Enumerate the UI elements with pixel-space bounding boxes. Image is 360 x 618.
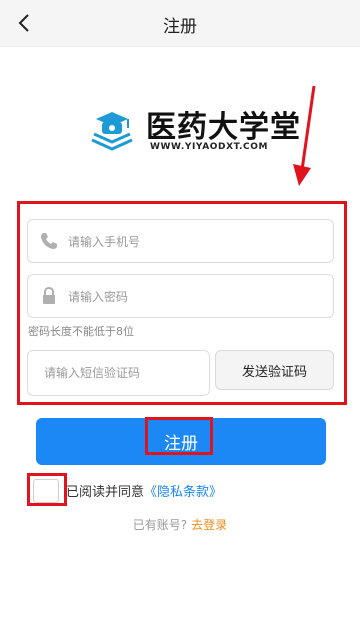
password-input[interactable] [66,275,325,319]
phone-icon [41,233,57,249]
password-field[interactable] [27,274,334,319]
privacy-terms-link[interactable]: 《隐私条款》 [144,485,222,500]
send-code-button[interactable]: 发送验证码 [215,350,334,390]
page-title: 注册 [163,17,197,37]
agreement-text: 已阅读并同意《隐私条款》 [66,481,222,500]
annotation-box-register [145,417,213,455]
sms-code-field[interactable] [27,350,210,396]
login-row: 已有账号? 去登录 [0,516,360,533]
top-bar: 注册 [0,0,360,47]
phone-input[interactable] [66,220,325,264]
login-prompt: 已有账号? [132,518,188,532]
login-link[interactable]: 去登录 [191,518,227,532]
annotation-box-checkbox [27,473,67,506]
password-hint: 密码长度不能低于8位 [28,325,134,338]
brand-logo: 医药大学堂 WWW.YIYAODXT.COM [88,102,300,158]
sms-code-input[interactable] [42,351,201,395]
brand-name: 医药大学堂 [146,110,301,145]
phone-field[interactable] [27,219,334,264]
brand-url: WWW.YIYAODXT.COM [150,142,269,152]
arrow-down-icon [293,85,316,186]
lock-icon [43,287,55,304]
agreement-prefix: 已阅读并同意 [66,485,145,500]
logo-book-icon [91,112,133,151]
